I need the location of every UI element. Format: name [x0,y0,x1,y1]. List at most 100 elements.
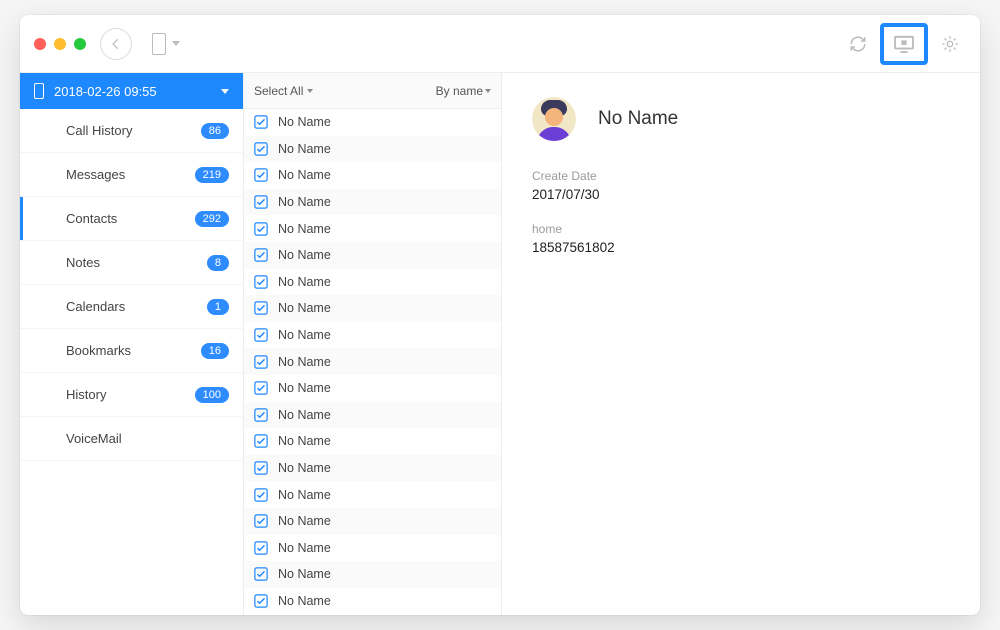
count-badge: 16 [201,343,229,359]
list-item[interactable]: No Name [244,215,501,242]
list-item[interactable]: No Name [244,402,501,429]
list-header: Select All By name [244,73,501,109]
checkbox-icon[interactable] [254,328,268,342]
checkbox-icon[interactable] [254,408,268,422]
list-item[interactable]: No Name [244,588,501,615]
list-item[interactable]: No Name [244,136,501,163]
sidebar-item-calendars[interactable]: Calendars1 [20,285,243,329]
backup-selector[interactable]: 2018-02-26 09:55 [20,73,243,109]
minimize-window-button[interactable] [54,38,66,50]
count-badge: 219 [195,167,229,183]
checkbox-icon[interactable] [254,567,268,581]
sidebar-item-label: Messages [66,167,125,182]
checkbox-icon[interactable] [254,381,268,395]
list-item[interactable]: No Name [244,242,501,269]
checkbox-icon[interactable] [254,301,268,315]
backup-date-label: 2018-02-26 09:55 [54,84,157,99]
count-badge: 8 [207,255,229,271]
list-item-label: No Name [278,594,331,608]
list-item[interactable]: No Name [244,189,501,216]
zoom-window-button[interactable] [74,38,86,50]
create-date-value: 2017/07/30 [532,187,950,202]
checkbox-icon[interactable] [254,142,268,156]
window-controls [34,38,86,50]
list-item[interactable]: No Name [244,508,501,535]
list-item[interactable]: No Name [244,455,501,482]
checkbox-icon[interactable] [254,461,268,475]
list-item-label: No Name [278,142,331,156]
export-to-computer-button[interactable] [880,23,928,65]
sidebar-item-label: History [66,387,106,402]
list-item-label: No Name [278,328,331,342]
sort-toggle[interactable]: By name [436,84,491,98]
list-item-label: No Name [278,248,331,262]
checkbox-icon[interactable] [254,488,268,502]
sidebar-item-bookmarks[interactable]: Bookmarks16 [20,329,243,373]
list-item-label: No Name [278,301,331,315]
phone-label: home [532,222,950,236]
list-item-label: No Name [278,567,331,581]
close-window-button[interactable] [34,38,46,50]
contact-list: Select All By name No Name No Name No Name… [244,73,502,615]
create-date-label: Create Date [532,169,950,183]
list-item-label: No Name [278,488,331,502]
checkbox-icon[interactable] [254,275,268,289]
detail-header: No Name [532,97,950,141]
list-item[interactable]: No Name [244,428,501,455]
list-item-label: No Name [278,355,331,369]
checkbox-icon[interactable] [254,541,268,555]
sidebar: 2018-02-26 09:55 Call History86 Messages 2… [20,73,244,615]
list-item[interactable]: No Name [244,109,501,136]
list-item-label: No Name [278,514,331,528]
back-button[interactable] [100,28,132,60]
sidebar-item-label: Calendars [66,299,125,314]
list-item[interactable]: No Name [244,535,501,562]
device-selector[interactable] [152,33,180,55]
list-item-label: No Name [278,461,331,475]
phone-field: home 18587561802 [532,222,950,255]
phone-icon [34,83,44,99]
checkbox-icon[interactable] [254,222,268,236]
checkbox-icon[interactable] [254,195,268,209]
list-item-label: No Name [278,434,331,448]
chevron-down-icon [307,89,313,93]
checkbox-icon[interactable] [254,594,268,608]
monitor-export-icon [893,35,915,53]
list-item[interactable]: No Name [244,322,501,349]
select-all-label: Select All [254,84,303,98]
titlebar [20,15,980,73]
avatar [532,97,576,141]
checkbox-icon[interactable] [254,514,268,528]
list-item[interactable]: No Name [244,561,501,588]
checkbox-icon[interactable] [254,434,268,448]
list-item-label: No Name [278,381,331,395]
select-all-toggle[interactable]: Select All [254,84,313,98]
settings-button[interactable] [934,28,966,60]
list-item[interactable]: No Name [244,269,501,296]
list-item-label: No Name [278,222,331,236]
sidebar-item-label: Call History [66,123,132,138]
create-date-field: Create Date 2017/07/30 [532,169,950,202]
chevron-down-icon [221,89,229,94]
count-badge: 292 [195,211,229,227]
list-item-label: No Name [278,275,331,289]
checkbox-icon[interactable] [254,115,268,129]
list-item[interactable]: No Name [244,481,501,508]
phone-icon [152,33,166,55]
list-item-label: No Name [278,168,331,182]
sidebar-item-voicemail[interactable]: VoiceMail [20,417,243,461]
list-item[interactable]: No Name [244,162,501,189]
list-item[interactable]: No Name [244,295,501,322]
list-item[interactable]: No Name [244,375,501,402]
sidebar-item-history[interactable]: History100 [20,373,243,417]
sidebar-item-contacts[interactable]: Contacts292 [20,197,243,241]
sidebar-item-call-history[interactable]: Call History86 [20,109,243,153]
sidebar-item-notes[interactable]: Notes8 [20,241,243,285]
refresh-button[interactable] [842,28,874,60]
list-item-label: No Name [278,541,331,555]
sidebar-item-messages[interactable]: Messages 219 [20,153,243,197]
checkbox-icon[interactable] [254,168,268,182]
checkbox-icon[interactable] [254,248,268,262]
checkbox-icon[interactable] [254,355,268,369]
list-item[interactable]: No Name [244,348,501,375]
